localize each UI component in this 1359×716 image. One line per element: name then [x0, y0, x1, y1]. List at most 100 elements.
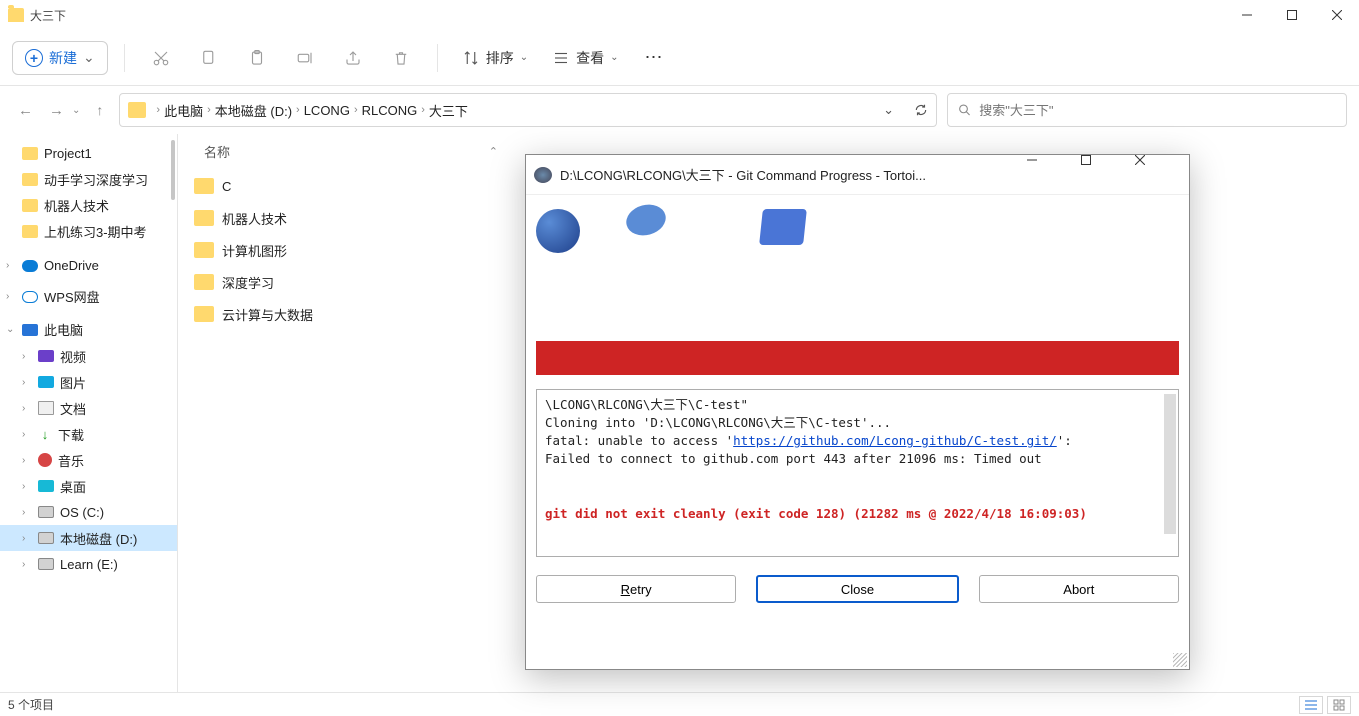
- new-button[interactable]: + 新建 ⌄: [12, 41, 108, 75]
- sort-button[interactable]: 排序 ⌄: [454, 48, 536, 68]
- crumb-current[interactable]: 大三下: [429, 101, 468, 120]
- more-button[interactable]: ⋯: [635, 47, 675, 68]
- crumb-rlcong[interactable]: RLCONG: [362, 103, 418, 118]
- chevron-down-icon: ⌄: [520, 52, 528, 63]
- globe-icon: [536, 209, 580, 253]
- window-controls: [1224, 0, 1359, 30]
- folder-row[interactable]: 机器人技术: [178, 202, 518, 234]
- folder-icon: [22, 147, 38, 160]
- tree-item-disk-d[interactable]: ›本地磁盘 (D:): [0, 525, 177, 551]
- folder-row[interactable]: 深度学习: [178, 266, 518, 298]
- folder-icon: [22, 173, 38, 186]
- scrollbar[interactable]: [1164, 394, 1176, 534]
- separator: [124, 44, 125, 72]
- nav-tree: Project1 动手学习深度学习 机器人技术 上机练习3-期中考 ›OneDr…: [0, 134, 178, 692]
- chevron-right-icon: ›: [156, 104, 160, 116]
- log-output[interactable]: \LCONG\RLCONG\大三下\C-test" Cloning into '…: [536, 389, 1179, 557]
- tree-item-videos[interactable]: ›视频: [0, 343, 177, 369]
- up-button[interactable]: ↑: [96, 102, 103, 118]
- chevron-down-icon: ⌄: [83, 49, 95, 66]
- toolbar: + 新建 ⌄ 排序 ⌄ 查看 ⌄ ⋯: [0, 30, 1359, 86]
- folder-row[interactable]: C: [178, 170, 518, 202]
- tree-item-disk-e[interactable]: ›Learn (E:): [0, 551, 177, 577]
- nav-arrows: ← → ⌄ ↑: [12, 102, 109, 119]
- tree-item-project1[interactable]: Project1: [0, 140, 177, 166]
- abort-button[interactable]: Abort: [979, 575, 1179, 603]
- paste-icon[interactable]: [237, 40, 277, 76]
- tree-item-music[interactable]: ›音乐: [0, 447, 177, 473]
- tree-item-onedrive[interactable]: ›OneDrive: [0, 254, 177, 277]
- folder-row[interactable]: 云计算与大数据: [178, 298, 518, 330]
- cut-icon[interactable]: [141, 40, 181, 76]
- close-button[interactable]: [1314, 0, 1359, 30]
- desktop-icon: [38, 480, 54, 492]
- dialog-animation: [526, 195, 1189, 341]
- repo-url-link[interactable]: https://github.com/Lcong-github/C-test.g…: [733, 433, 1057, 448]
- back-button[interactable]: ←: [18, 102, 33, 119]
- tree-item-deeplearn[interactable]: 动手学习深度学习: [0, 166, 177, 192]
- view-label: 查看: [576, 48, 604, 68]
- sort-label: 排序: [486, 48, 514, 68]
- chevron-down-icon[interactable]: ⌄: [883, 102, 894, 118]
- progress-bar: [536, 341, 1179, 375]
- tree-item-pictures[interactable]: ›图片: [0, 369, 177, 395]
- close-button[interactable]: Close: [756, 575, 958, 603]
- view-details-button[interactable]: [1299, 696, 1323, 714]
- tree-item-downloads[interactable]: ›↓下载: [0, 421, 177, 447]
- disk-icon: [38, 506, 54, 518]
- dialog-titlebar[interactable]: D:\LCONG\RLCONG\大三下 - Git Command Progre…: [526, 155, 1189, 195]
- view-icons-button[interactable]: [1327, 696, 1351, 714]
- folder-row[interactable]: 计算机图形: [178, 234, 518, 266]
- refresh-button[interactable]: [914, 103, 928, 117]
- scrollbar[interactable]: [171, 140, 175, 200]
- disk-icon: [38, 558, 54, 570]
- crumb-lcong[interactable]: LCONG: [304, 103, 350, 118]
- dialog-maximize-button[interactable]: [1081, 155, 1135, 195]
- folder-icon: [194, 306, 214, 322]
- search-box[interactable]: [947, 93, 1347, 127]
- git-progress-dialog: D:\LCONG\RLCONG\大三下 - Git Command Progre…: [525, 154, 1190, 670]
- breadcrumb[interactable]: › 此电脑 › 本地磁盘 (D:) › LCONG › RLCONG › 大三下…: [119, 93, 937, 127]
- minimize-button[interactable]: [1224, 0, 1269, 30]
- chevron-right-icon: ›: [354, 104, 358, 116]
- chevron-right-icon: ›: [207, 104, 211, 116]
- picture-icon: [38, 376, 54, 388]
- search-icon: [958, 103, 971, 117]
- statusbar: 5 个项目: [0, 692, 1359, 716]
- dialog-minimize-button[interactable]: [1027, 155, 1081, 195]
- column-header-name[interactable]: 名称 ⌃: [178, 134, 518, 170]
- chevron-right-icon: ›: [296, 104, 300, 116]
- item-count: 5 个项目: [8, 696, 54, 713]
- delete-icon[interactable]: [381, 40, 421, 76]
- tree-item-practice3[interactable]: 上机练习3-期中考: [0, 218, 177, 244]
- folder-icon: [8, 8, 24, 22]
- search-input[interactable]: [979, 103, 1336, 118]
- tree-item-desktop[interactable]: ›桌面: [0, 473, 177, 499]
- download-icon: ↓: [38, 427, 52, 441]
- rename-icon[interactable]: [285, 40, 325, 76]
- pc-icon: [22, 324, 38, 336]
- retry-button[interactable]: RRetryetry: [536, 575, 736, 603]
- copy-icon[interactable]: [189, 40, 229, 76]
- window-title: 大三下: [30, 7, 66, 24]
- crumb-thispc[interactable]: 此电脑: [164, 101, 203, 120]
- tree-item-disk-c[interactable]: ›OS (C:): [0, 499, 177, 525]
- tree-item-documents[interactable]: ›文档: [0, 395, 177, 421]
- dialog-close-button[interactable]: [1135, 155, 1189, 195]
- folder-icon: [22, 225, 38, 238]
- sort-up-icon: ⌃: [489, 145, 498, 158]
- tree-item-robot[interactable]: 机器人技术: [0, 192, 177, 218]
- view-button[interactable]: 查看 ⌄: [544, 48, 626, 68]
- tortoise-icon: [534, 167, 552, 183]
- tree-item-wps[interactable]: ›WPS网盘: [0, 283, 177, 310]
- history-dropdown[interactable]: ⌄: [72, 105, 80, 116]
- resize-grip[interactable]: [1173, 653, 1187, 667]
- tree-item-thispc[interactable]: ⌄此电脑: [0, 316, 177, 343]
- new-button-label: 新建: [49, 48, 77, 68]
- crumb-disk-d[interactable]: 本地磁盘 (D:): [215, 101, 292, 120]
- music-icon: [38, 453, 52, 467]
- share-icon[interactable]: [333, 40, 373, 76]
- disk-icon: [38, 532, 54, 544]
- forward-button[interactable]: →: [49, 102, 64, 119]
- maximize-button[interactable]: [1269, 0, 1314, 30]
